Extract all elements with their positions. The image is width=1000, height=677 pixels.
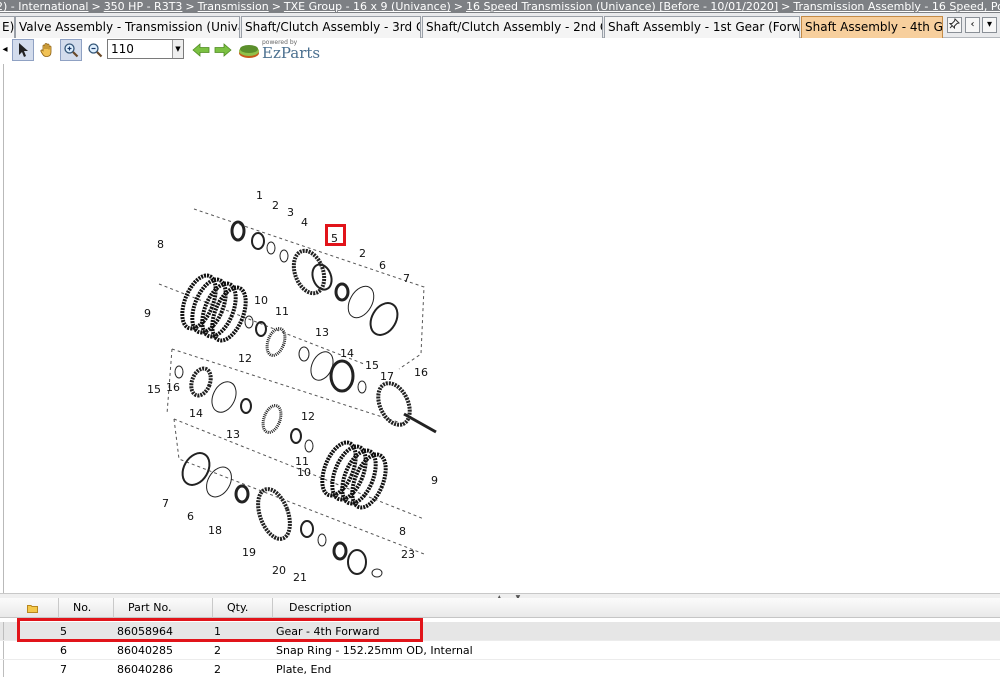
zoom-in-icon[interactable] [60,39,82,61]
callout-label-9[interactable]: 9 [144,307,151,320]
breadcrumb-link-assembly[interactable]: Transmission Assembly - 16 Speed, Powers… [793,0,1000,13]
column-header-part-no[interactable]: Part No. [114,598,213,618]
pan-hand-icon[interactable] [36,39,58,61]
cell-no: 7 [60,663,67,676]
breadcrumb-separator: > [91,0,101,13]
tab-scroll-left-icon[interactable]: ‹ [965,17,980,33]
breadcrumb: 2) - International >350 HP - R3T3 > Transmi… [0,0,1000,13]
column-header-no[interactable]: No. [59,598,114,618]
pin-tab-icon[interactable] [947,17,962,33]
tab-list-dropdown-icon[interactable]: ▾ [982,17,997,33]
chevron-down-icon[interactable]: ▼ [172,40,183,58]
zoom-level-select[interactable]: 110 ▼ [107,39,184,59]
cell-description: Snap Ring - 152.25mm OD, Internal [276,644,473,657]
ezparts-logo-icon [239,45,259,58]
callout-label-14[interactable]: 14 [340,347,354,360]
callout-label-10[interactable]: 10 [297,466,311,479]
row-gutter [3,641,4,659]
callout-label-14[interactable]: 14 [189,407,203,420]
callout-label-8[interactable]: 8 [157,238,164,251]
parts-diagram-panel[interactable]: 1 2 3 4 5 2 6 7 8 9 10 11 12 13 14 15 16 17 16 15 14 13 12 11 10… [3,64,1000,593]
callout-label-15[interactable]: 15 [147,383,161,396]
callout-label-10[interactable]: 10 [254,294,268,307]
column-header-description[interactable]: Description [273,598,1000,618]
callout-label-13[interactable]: 13 [315,326,329,339]
breadcrumb-separator: > [185,0,195,13]
callout-label-16[interactable]: 16 [166,381,180,394]
callout-label-5[interactable]: 5 [331,232,338,245]
select-pointer-icon[interactable] [12,39,34,61]
callout-label-19[interactable]: 19 [242,546,256,559]
callout-label-7[interactable]: 7 [162,497,169,510]
callout-label-3[interactable]: 3 [287,206,294,219]
callout-label-7[interactable]: 7 [403,272,410,285]
breadcrumb-separator: > [781,0,791,13]
callout-label-20[interactable]: 20 [272,564,286,577]
tab-valve-assembly[interactable]: Valve Assembly - Transmission (Univance) [15,16,240,38]
table-header: No. Part No. Qty. Description [0,598,1000,618]
next-arrow-icon[interactable] [212,39,234,61]
row-gutter [3,622,4,640]
callout-label-12[interactable]: 12 [238,352,252,365]
breadcrumb-link-transmission[interactable]: Transmission [198,0,269,13]
toolbar: ◂ 110 ▼ powered by EzParts [0,38,1000,64]
tab-shaft-clutch-2nd[interactable]: Shaft/Clutch Assembly - 2nd Gear [422,16,603,38]
cell-qty: 2 [214,663,221,676]
breadcrumb-separator: > [453,0,463,13]
callout-label-2[interactable]: 2 [359,247,366,260]
callout-label-4[interactable]: 4 [301,216,308,229]
cell-part-no: 86058964 [117,625,173,638]
ezparts-logo-text: EzParts [262,44,321,62]
toolbar-left-arrow-icon[interactable]: ◂ [0,41,10,59]
callout-label-9[interactable]: 9 [431,474,438,487]
cell-no: 6 [60,644,67,657]
callout-label-17[interactable]: 17 [380,370,394,383]
tab-shaft-4th-gear[interactable]: Shaft Assembly - 4th Gear [801,16,943,38]
column-header-qty[interactable]: Qty. [213,598,273,618]
callout-label-12[interactable]: 12 [301,410,315,423]
cell-description: Gear - 4th Forward [276,625,380,638]
callout-label-8[interactable]: 8 [399,525,406,538]
parts-table: No. Part No. Qty. Description 5 86058964… [0,598,1000,677]
breadcrumb-link-16-speed[interactable]: 16 Speed Transmission (Univance) [Before… [466,0,778,13]
tab-bar: E) Valve Assembly - Transmission (Univan… [0,13,1000,38]
zoom-out-icon[interactable] [84,39,106,61]
cell-qty: 1 [214,625,221,638]
folder-icon[interactable] [3,598,59,618]
table-row[interactable]: 5 86058964 1 Gear - 4th Forward [0,622,1000,641]
callout-label-16[interactable]: 16 [414,366,428,379]
tab-truncated[interactable]: E) [0,16,15,38]
cell-no: 5 [60,625,67,638]
callout-label-11[interactable]: 11 [275,305,289,318]
callout-label-15[interactable]: 15 [365,359,379,372]
zoom-level-value: 110 [111,42,134,56]
callout-label-1[interactable]: 1 [256,189,263,202]
row-gutter [3,660,4,677]
callout-label-13[interactable]: 13 [226,428,240,441]
table-row[interactable]: 6 86040285 2 Snap Ring - 152.25mm OD, In… [0,641,1000,660]
breadcrumb-link-model[interactable]: 350 HP - R3T3 [104,0,183,13]
cell-qty: 2 [214,644,221,657]
tab-shaft-clutch-3rd[interactable]: Shaft/Clutch Assembly - 3rd Gear [241,16,421,38]
callout-label-2[interactable]: 2 [272,199,279,212]
callout-label-18[interactable]: 18 [208,524,222,537]
table-row[interactable]: 7 86040286 2 Plate, End [0,660,1000,677]
callout-label-21[interactable]: 21 [293,571,307,584]
breadcrumb-link-txe-group[interactable]: TXE Group - 16 x 9 (Univance) [284,0,451,13]
callout-label-6[interactable]: 6 [187,510,194,523]
previous-arrow-icon[interactable] [190,39,212,61]
callout-label-6[interactable]: 6 [379,259,386,272]
tab-shaft-1st-forward[interactable]: Shaft Assembly - 1st Gear (Forward) [604,16,800,38]
exploded-parts-diagram[interactable]: 1234526789101112131415161716151413121110… [4,64,1000,593]
callout-label-23[interactable]: 23 [401,548,415,561]
cell-part-no: 86040285 [117,644,173,657]
breadcrumb-link-international[interactable]: 2) - International [0,0,88,13]
cell-description: Plate, End [276,663,332,676]
cell-part-no: 86040286 [117,663,173,676]
breadcrumb-separator: > [271,0,281,13]
